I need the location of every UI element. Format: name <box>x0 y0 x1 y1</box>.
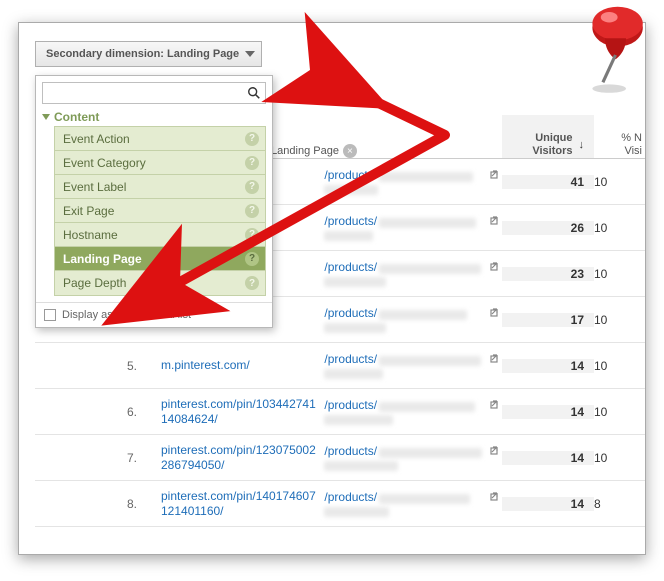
dimension-item-label: Landing Page <box>63 252 142 266</box>
unique-visitors-cell: 14 <box>502 405 594 419</box>
table-row: 6.pinterest.com/pin/103442741140846​24//… <box>35 389 646 435</box>
table-row: 7.pinterest.com/pin/123075002286794​050/… <box>35 435 646 481</box>
column-landing-page[interactable]: Landing Page <box>271 145 339 158</box>
unique-visitors-cell: 41 <box>502 175 594 189</box>
unique-visitors-cell: 17 <box>502 313 594 327</box>
dimension-item-page-depth[interactable]: Page Depth? <box>55 271 265 295</box>
landing-page-prefix: /products/ <box>324 444 377 458</box>
open-external-icon[interactable] <box>490 398 502 413</box>
open-external-icon[interactable] <box>490 168 502 183</box>
landing-page-cell[interactable]: /products/ <box>324 214 502 241</box>
source-cell[interactable]: pinterest.com/pin/103442741140846​24/ <box>157 397 324 427</box>
landing-page-prefix: /products/ <box>324 168 377 182</box>
alpha-list-label: Display as alphabetical list <box>62 309 191 321</box>
landing-page-cell[interactable]: /products/ <box>324 444 502 471</box>
dimension-group-content[interactable]: Content <box>36 108 272 126</box>
unique-visitors-cell: 14 <box>502 451 594 465</box>
help-icon[interactable]: ? <box>245 228 259 242</box>
row-index: 8. <box>127 497 157 511</box>
open-external-icon[interactable] <box>490 260 502 275</box>
help-icon[interactable]: ? <box>245 204 259 218</box>
secondary-dimension-panel: Content Event Action?Event Category?Even… <box>35 75 273 328</box>
help-icon[interactable]: ? <box>245 252 259 266</box>
dimension-item-event-action[interactable]: Event Action? <box>55 127 265 151</box>
open-external-icon[interactable] <box>490 306 502 321</box>
landing-page-cell[interactable]: /products/ <box>324 398 502 425</box>
table-row: 5.m.pinterest.com//products/1410 <box>35 343 646 389</box>
open-external-icon[interactable] <box>490 352 502 367</box>
landing-page-prefix: /products/ <box>324 398 377 412</box>
column-new-visits[interactable]: % NVisi <box>594 132 646 158</box>
landing-page-prefix: /products/ <box>324 490 377 504</box>
chevron-down-icon <box>245 51 255 57</box>
landing-page-cell[interactable]: /products/ <box>324 260 502 287</box>
new-visits-cell: 10 <box>594 359 646 373</box>
dimension-item-label: Event Label <box>63 180 126 194</box>
landing-page-prefix: /products/ <box>324 260 377 274</box>
new-visits-cell: 10 <box>594 451 646 465</box>
new-visits-cell: 10 <box>594 175 646 189</box>
secondary-dimension-label: Secondary dimension: Landing Page <box>46 48 239 60</box>
dimension-item-event-label[interactable]: Event Label? <box>55 175 265 199</box>
unique-visitors-cell: 26 <box>502 221 594 235</box>
source-cell[interactable]: pinterest.com/pin/140174607121401​160/ <box>157 489 324 519</box>
landing-page-prefix: /products/ <box>324 214 377 228</box>
dimension-item-hostname[interactable]: Hostname? <box>55 223 265 247</box>
expand-icon <box>42 114 50 120</box>
open-external-icon[interactable] <box>490 444 502 459</box>
row-index: 5. <box>127 359 157 373</box>
dimension-item-exit-page[interactable]: Exit Page? <box>55 199 265 223</box>
landing-page-cell[interactable]: /products/ <box>324 352 502 379</box>
secondary-dimension-dropdown[interactable]: Secondary dimension: Landing Page <box>35 41 262 67</box>
landing-page-cell[interactable]: /products/ <box>324 490 502 517</box>
table-row: 8.pinterest.com/pin/140174607121401​160/… <box>35 481 646 527</box>
help-icon[interactable]: ? <box>245 132 259 146</box>
dimension-item-label: Hostname <box>63 228 118 242</box>
new-visits-cell: 10 <box>594 313 646 327</box>
dimension-item-label: Exit Page <box>63 204 114 218</box>
unique-visitors-cell: 14 <box>502 497 594 511</box>
sort-descending-icon: ↓ <box>579 139 585 152</box>
help-icon[interactable]: ? <box>245 276 259 290</box>
open-external-icon[interactable] <box>490 214 502 229</box>
row-index: 6. <box>127 405 157 419</box>
dimension-item-label: Page Depth <box>63 276 126 290</box>
row-index: 7. <box>127 451 157 465</box>
new-visits-cell: 8 <box>594 497 646 511</box>
landing-page-cell[interactable]: /products/ <box>324 168 502 195</box>
landing-page-prefix: /products/ <box>324 352 377 366</box>
dimension-item-label: Event Action <box>63 132 130 146</box>
dimension-search-input[interactable] <box>43 84 243 102</box>
dimension-search[interactable] <box>42 82 266 104</box>
open-external-icon[interactable] <box>490 490 502 505</box>
new-visits-cell: 10 <box>594 267 646 281</box>
unique-visitors-cell: 14 <box>502 359 594 373</box>
search-icon <box>243 86 265 100</box>
help-icon[interactable]: ? <box>245 180 259 194</box>
remove-secondary-dimension-icon[interactable]: × <box>343 144 357 158</box>
alpha-list-checkbox[interactable] <box>44 309 56 321</box>
landing-page-cell[interactable]: /products/ <box>324 306 502 333</box>
source-cell[interactable]: pinterest.com/pin/123075002286794​050/ <box>157 443 324 473</box>
dimension-item-event-category[interactable]: Event Category? <box>55 151 265 175</box>
dimension-item-label: Event Category <box>63 156 146 170</box>
column-unique-visitors[interactable]: Unique Visitors <box>502 132 573 158</box>
help-icon[interactable]: ? <box>245 156 259 170</box>
dimension-item-landing-page[interactable]: Landing Page? <box>55 247 265 271</box>
landing-page-prefix: /products/ <box>324 306 377 320</box>
new-visits-cell: 10 <box>594 221 646 235</box>
new-visits-cell: 10 <box>594 405 646 419</box>
unique-visitors-cell: 23 <box>502 267 594 281</box>
source-cell[interactable]: m.pinterest.com/ <box>157 358 324 373</box>
